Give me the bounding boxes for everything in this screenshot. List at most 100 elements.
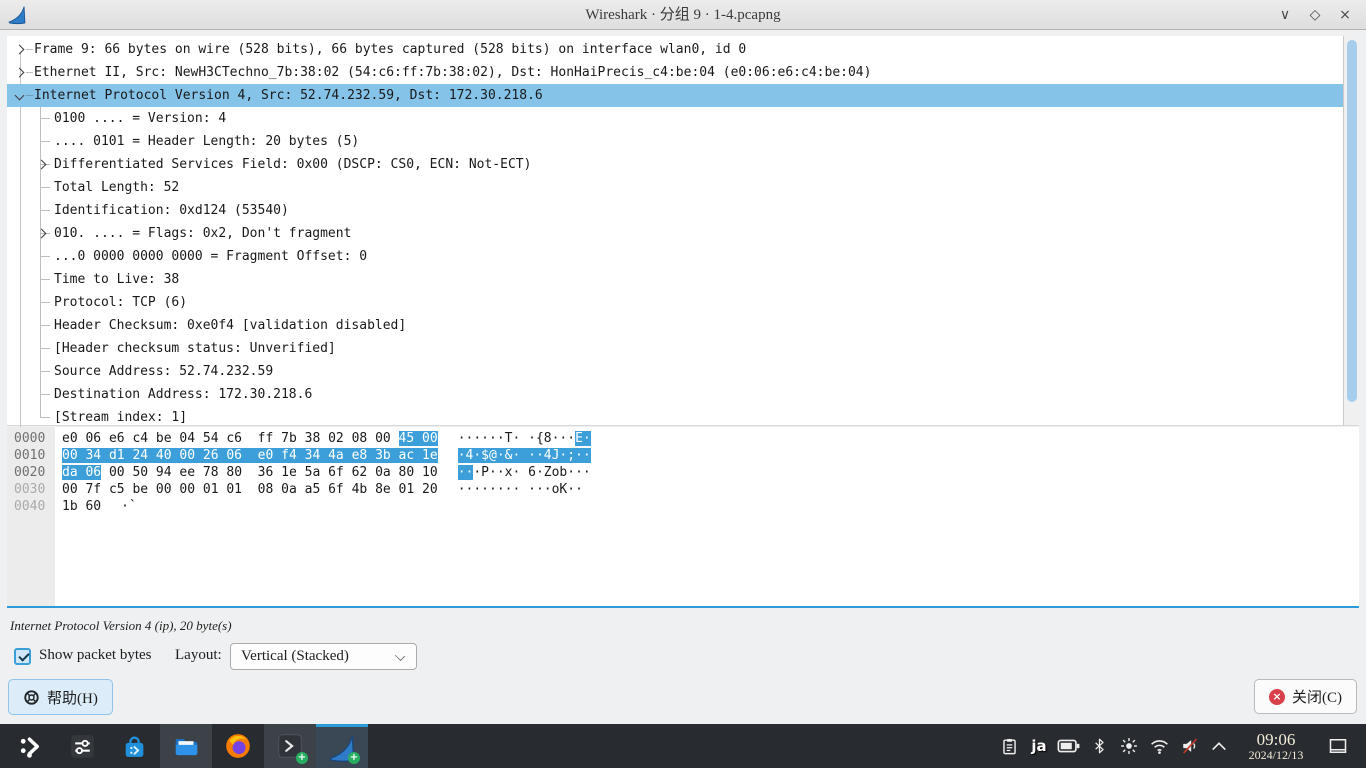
hex-row[interactable]: 0030 00 7f c5 be 00 00 01 01 08 0a a5 6f …	[7, 481, 1359, 498]
hex-bytes[interactable]: da 06 00 50 94 ee 78 80 36 1e 5a 6f 62 0…	[62, 465, 438, 480]
ascii-bytes[interactable]: ·4·$@·&· ··4J·;··	[458, 448, 591, 463]
shade-window-icon[interactable]: ∨	[1270, 7, 1300, 23]
close-button-label: 关闭(C)	[1292, 686, 1342, 707]
help-button[interactable]: 帮助(H)	[8, 679, 113, 715]
maximize-window-icon[interactable]: ◇	[1300, 7, 1330, 23]
tree-row[interactable]: .... 0101 = Header Length: 20 bytes (5)	[7, 130, 1343, 153]
tree-row[interactable]: Identification: 0xd124 (53540)	[7, 199, 1343, 222]
tree-row-label: Frame 9: 66 bytes on wire (528 bits), 66…	[34, 42, 746, 57]
tree-row-label: .... 0101 = Header Length: 20 bytes (5)	[54, 134, 359, 149]
settings-sliders-icon	[69, 733, 96, 760]
packet-detail-tree: Frame 9: 66 bytes on wire (528 bits), 66…	[7, 36, 1359, 426]
tree-row[interactable]: Ethernet II, Src: NewH3CTechno_7b:38:02 …	[7, 61, 1343, 84]
hex-offset: 0030	[7, 482, 55, 497]
hex-bytes[interactable]: 00 34 d1 24 40 00 26 06 e0 f4 34 4a e8 3…	[62, 448, 438, 463]
hex-bytes[interactable]: 1b 60	[62, 499, 101, 514]
tree-row[interactable]: 0100 .... = Version: 4	[7, 107, 1343, 130]
clipboard-tray-icon[interactable]	[994, 737, 1024, 756]
tree-row-label: Ethernet II, Src: NewH3CTechno_7b:38:02 …	[34, 65, 871, 80]
tree-scrollbar[interactable]	[1343, 36, 1359, 425]
tree-scrollbar-thumb[interactable]	[1347, 40, 1357, 402]
tree-row[interactable]: Destination Address: 172.30.218.6	[7, 383, 1343, 406]
tree-row-label: 0100 .... = Version: 4	[54, 111, 226, 126]
show-packet-bytes-checkbox[interactable]	[14, 648, 31, 665]
input-method-indicator[interactable]: ja	[1024, 737, 1054, 755]
tree-row-label: Source Address: 52.74.232.59	[54, 364, 273, 379]
help-buoy-icon	[23, 689, 40, 706]
taskbar: + + ja 09:06	[0, 724, 1366, 768]
settings-button[interactable]	[56, 724, 108, 768]
hex-row[interactable]: 0000 e0 06 e6 c4 be 04 54 c6 ff 7b 38 02 …	[7, 430, 1359, 447]
packet-bytes-pane: 0000 e0 06 e6 c4 be 04 54 c6 ff 7b 38 02 …	[7, 427, 1359, 608]
brightness-icon[interactable]	[1114, 736, 1144, 756]
new-window-badge: +	[348, 752, 360, 764]
ascii-bytes[interactable]: ······T· ·{8···E·	[458, 431, 591, 446]
layout-dropdown-value: Vertical (Stacked)	[241, 648, 349, 664]
close-window-icon[interactable]: ×	[1330, 7, 1360, 23]
tree-row[interactable]: Frame 9: 66 bytes on wire (528 bits), 66…	[7, 38, 1343, 61]
tree-row[interactable]: Total Length: 52	[7, 176, 1343, 199]
hex-bytes[interactable]: e0 06 e6 c4 be 04 54 c6 ff 7b 38 02 08 0…	[62, 431, 438, 446]
hex-row[interactable]: 0040 1b 60 ·`	[7, 498, 1359, 515]
show-desktop-button[interactable]	[1318, 737, 1358, 755]
tree-row-label: Total Length: 52	[54, 180, 179, 195]
tree-row-label: ...0 0000 0000 0000 = Fragment Offset: 0	[54, 249, 367, 264]
tree-row-label: Differentiated Services Field: 0x00 (DSC…	[54, 157, 531, 172]
hex-offset: 0020	[7, 465, 55, 480]
clock[interactable]: 09:06 2024/12/13	[1238, 731, 1314, 761]
tree-row[interactable]: 010. .... = Flags: 0x2, Don't fragment	[7, 222, 1343, 245]
terminal-button[interactable]: +	[264, 724, 316, 768]
tree-row-label: Header Checksum: 0xe0f4 [validation disa…	[54, 318, 406, 333]
ascii-bytes[interactable]: ···P··x· 6·Zob···	[458, 465, 591, 480]
titlebar: Wireshark · 分组 9 · 1-4.pcapng ∨ ◇ ×	[0, 0, 1366, 30]
tree-row[interactable]: ...0 0000 0000 0000 = Fragment Offset: 0	[7, 245, 1343, 268]
tree-row-label: [Header checksum status: Unverified]	[54, 341, 336, 356]
layout-dropdown[interactable]: Vertical (Stacked)	[230, 643, 417, 670]
tree-row[interactable]: Header Checksum: 0xe0f4 [validation disa…	[7, 314, 1343, 337]
hex-bytes[interactable]: 00 7f c5 be 00 00 01 01 08 0a a5 6f 4b 8…	[62, 482, 438, 497]
bluetooth-icon[interactable]	[1084, 736, 1114, 756]
tree-row[interactable]: [Stream index: 1]	[7, 406, 1343, 429]
firefox-icon	[224, 732, 252, 760]
tree-row[interactable]: Time to Live: 38	[7, 268, 1343, 291]
tree-row[interactable]: Internet Protocol Version 4, Src: 52.74.…	[7, 84, 1343, 107]
tree-row-label: Time to Live: 38	[54, 272, 179, 287]
wifi-icon[interactable]	[1144, 737, 1174, 755]
hex-row[interactable]: 0020 da 06 00 50 94 ee 78 80 36 1e 5a 6f …	[7, 464, 1359, 481]
tray-expand-chevron-icon[interactable]	[1204, 740, 1234, 752]
tree-row-label: Identification: 0xd124 (53540)	[54, 203, 289, 218]
expand-icon[interactable]	[15, 68, 25, 78]
close-red-icon: ×	[1269, 689, 1285, 705]
hex-offset: 0000	[7, 431, 55, 446]
ascii-bytes[interactable]: ········ ···oK··	[458, 482, 583, 497]
app-launcher-button[interactable]	[4, 724, 56, 768]
ascii-bytes[interactable]: ·`	[121, 499, 137, 514]
volume-muted-icon[interactable]	[1174, 736, 1204, 756]
show-packet-bytes-label[interactable]: Show packet bytes	[39, 647, 151, 664]
file-manager-button[interactable]	[160, 724, 212, 768]
launcher-icon	[17, 733, 44, 760]
chevron-down-icon	[395, 651, 405, 661]
expand-icon[interactable]	[15, 45, 25, 55]
help-button-label: 帮助(H)	[47, 687, 98, 708]
tree-row[interactable]: Differentiated Services Field: 0x00 (DSC…	[7, 153, 1343, 176]
close-button[interactable]: × 关闭(C)	[1254, 679, 1357, 714]
software-store-bag-icon	[121, 733, 148, 760]
tree-row-label: Internet Protocol Version 4, Src: 52.74.…	[34, 88, 543, 103]
hex-row[interactable]: 001000 34 d1 24 40 00 26 06 e0 f4 34 4a …	[7, 447, 1359, 464]
expand-icon[interactable]	[37, 229, 47, 239]
wireshark-task-button[interactable]: +	[316, 724, 368, 768]
battery-icon[interactable]	[1054, 737, 1084, 755]
tree-row[interactable]: Source Address: 52.74.232.59	[7, 360, 1343, 383]
hex-offset: 0040	[7, 499, 55, 514]
collapse-icon[interactable]	[15, 91, 25, 101]
expand-icon[interactable]	[37, 160, 47, 170]
software-store-button[interactable]	[108, 724, 160, 768]
window-title: Wireshark · 分组 9 · 1-4.pcapng	[0, 0, 1366, 30]
tree-row[interactable]: Protocol: TCP (6)	[7, 291, 1343, 314]
tree-row-label: 010. .... = Flags: 0x2, Don't fragment	[54, 226, 351, 241]
folder-icon	[172, 732, 200, 760]
firefox-button[interactable]	[212, 724, 264, 768]
tree-row[interactable]: [Header checksum status: Unverified]	[7, 337, 1343, 360]
controls-row: Show packet bytes Layout: Vertical (Stac…	[0, 643, 1366, 671]
